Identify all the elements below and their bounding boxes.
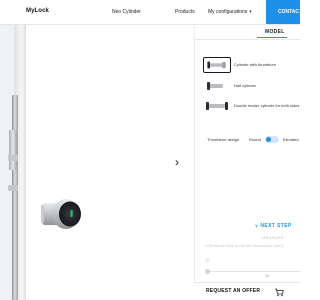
measure-description: A (External Side to Center Dimension) [m…: [205, 243, 283, 248]
my-configurations-label: My configurations: [208, 9, 248, 15]
chevron-down-icon: ▾: [249, 9, 252, 15]
product-name: Neo Cylinder: [112, 9, 141, 15]
slider-tick-label: 30: [265, 274, 269, 278]
lock-bolt: [8, 155, 18, 161]
thumbturn-design-toggle[interactable]: [265, 136, 279, 143]
next-step-label: NEXT STEP: [260, 223, 292, 229]
option-double-reader-cylinder[interactable]: Double reader cylinder for both sides: [203, 98, 301, 114]
cylinder-thumbturn-icon: [203, 57, 231, 73]
offer-bar: REQUEST AN OFFER: [194, 282, 300, 300]
divider: [195, 39, 301, 40]
cylinder-render-icon: [41, 199, 81, 229]
products-link[interactable]: Products: [175, 9, 195, 15]
slider-handle[interactable]: [205, 269, 210, 274]
design-option-elevated[interactable]: Elevated: [283, 137, 299, 142]
chevron-right-icon[interactable]: ›: [170, 155, 184, 169]
logo[interactable]: MyLock: [26, 8, 49, 14]
design-option-round[interactable]: Round: [249, 137, 261, 142]
option-label: Double reader cylinder for both sides: [234, 103, 300, 108]
toggle-knob: [266, 137, 271, 142]
arrow-down-icon: ∨: [255, 223, 259, 228]
option-label: Cylinder with thumbturn: [234, 62, 277, 67]
option-half-cylinder[interactable]: Half cylinder: [203, 78, 301, 94]
my-configurations-menu[interactable]: My configurations ▾: [208, 9, 252, 15]
request-offer-button[interactable]: REQUEST AN OFFER: [206, 288, 260, 294]
lock-bolt: [8, 185, 18, 191]
slider-marker: [205, 258, 210, 263]
lock-latch: [9, 130, 17, 170]
contact-button[interactable]: CONTACT: [266, 0, 300, 24]
half-cylinder-icon: [203, 78, 231, 94]
measure-slider[interactable]: 30: [205, 269, 301, 278]
next-step-button[interactable]: ∨ NEXT STEP: [255, 223, 292, 229]
option-cylinder-with-thumbturn[interactable]: Cylinder with thumbturn: [203, 57, 301, 73]
door-panel: [26, 25, 194, 300]
product-viewer[interactable]: ›: [0, 25, 194, 300]
tab-model-label: MODEL: [265, 29, 285, 35]
cart-icon[interactable]: [274, 287, 300, 297]
configuration-panel: MODEL Cylinder with thumbturn Half cylin…: [194, 25, 301, 300]
tab-model[interactable]: MODEL: [195, 25, 301, 39]
double-reader-cylinder-icon: [203, 98, 231, 114]
tab-active-indicator: [257, 37, 287, 38]
option-label: Half cylinder: [234, 83, 257, 88]
top-navigation: MyLock Neo Cylinder Products My configur…: [0, 0, 300, 25]
slider-track: [205, 271, 301, 272]
thumbturn-design-label: Thumbturn design: [207, 137, 240, 142]
lock-faceplate: [12, 95, 18, 300]
thumbturn-design-row: Thumbturn design Round Elevated: [207, 136, 301, 144]
measure-section-title: MEASURE: [262, 235, 284, 240]
cart-glyph: [275, 288, 284, 297]
